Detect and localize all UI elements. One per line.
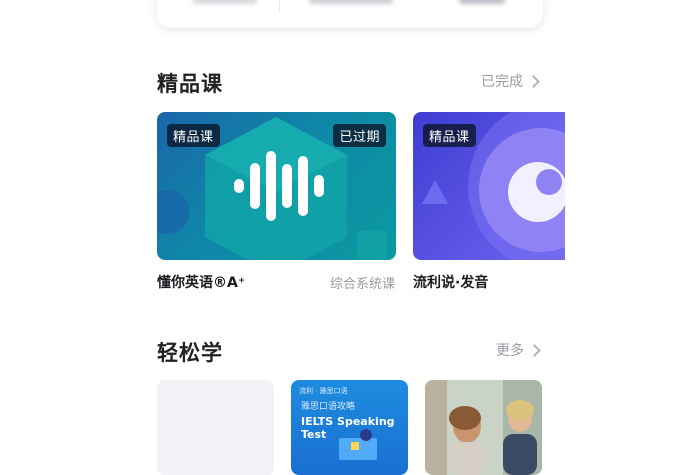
summary-divider <box>279 0 280 12</box>
lesson-thumbnail-ielts[interactable]: 流利 · 雅思口语 雅思口语攻略 IELTS Speaking Test <box>291 380 408 475</box>
summary-value-2 <box>309 0 393 4</box>
more-link[interactable]: 更多 <box>496 340 541 360</box>
easy-section-title: 轻松学 <box>157 341 223 365</box>
completed-link-label: 已完成 <box>481 74 523 90</box>
course-name-english[interactable]: 懂你英语®A⁺ <box>157 272 245 292</box>
course-category: 综合系统课 <box>330 277 396 292</box>
expired-badge: 已过期 <box>333 124 386 147</box>
course-name-pronunciation[interactable]: 流利说·发音 <box>413 272 488 292</box>
chevron-right-icon <box>528 343 541 357</box>
more-link-label: 更多 <box>496 343 524 359</box>
premium-section-title: 精品课 <box>157 72 223 96</box>
course-card-english[interactable]: 精品课 已过期 <box>157 112 396 260</box>
premium-tag: 精品课 <box>167 124 220 147</box>
lesson-thumbnail[interactable] <box>157 380 274 475</box>
summary-value-3 <box>459 0 505 4</box>
lesson-thumbnail-photo[interactable] <box>425 380 542 475</box>
summary-value-1 <box>193 0 257 4</box>
chevron-right-icon <box>527 74 540 88</box>
completed-link[interactable]: 已完成 <box>481 71 540 91</box>
top-summary-card <box>157 0 543 28</box>
thumbnail-illustration <box>339 429 377 460</box>
course-card-pronunciation[interactable]: 精品课 <box>413 112 565 260</box>
people-photo <box>425 380 542 475</box>
premium-tag: 精品课 <box>423 124 476 147</box>
